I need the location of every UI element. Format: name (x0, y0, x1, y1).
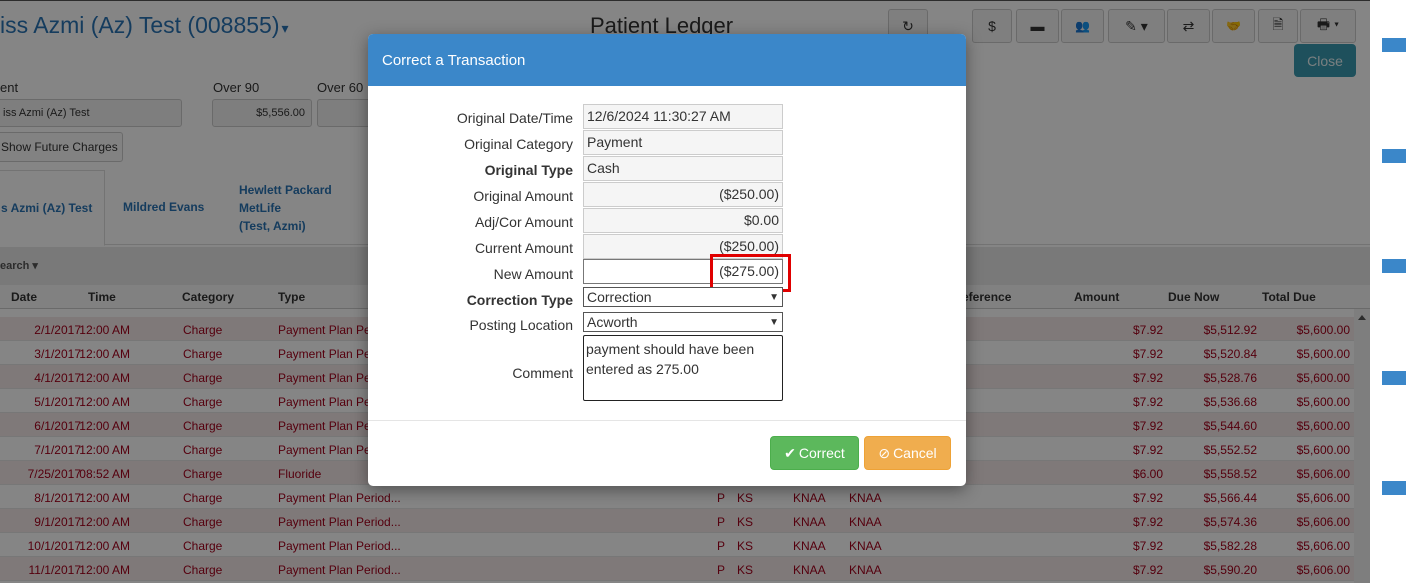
strip-marker (1382, 38, 1406, 52)
comment-textarea[interactable]: payment should have been entered as 275.… (583, 335, 783, 401)
patient-ledger-app: iss Azmi (Az) Test (008855) ▾ Patient Led… (0, 0, 1370, 583)
adj-cor-amount-label: Adj/Cor Amount (474, 214, 573, 230)
comment-label: Comment (512, 365, 573, 381)
cancel-button[interactable]: ⊘ Cancel (864, 436, 951, 470)
original-category-field: Payment (583, 130, 783, 155)
original-type-field: Cash (583, 156, 783, 181)
original-datetime-field: 12/6/2024 11:30:27 AM (583, 104, 783, 129)
posting-location-label: Posting Location (469, 317, 573, 333)
strip-marker (1382, 259, 1406, 273)
ban-icon: ⊘ (878, 444, 891, 461)
chevron-down-icon: ▼ (769, 316, 779, 328)
original-category-label: Original Category (464, 136, 573, 152)
correct-transaction-dialog: Correct a Transaction Original Date/Time… (368, 34, 966, 486)
dialog-title: Correct a Transaction (368, 34, 966, 86)
adj-cor-amount-field: $0.00 (583, 208, 783, 233)
chevron-down-icon: ▼ (769, 291, 779, 303)
original-amount-label: Original Amount (473, 188, 573, 204)
correction-type-label: Correction Type (466, 292, 573, 308)
original-amount-field: ($250.00) (583, 182, 783, 207)
strip-marker (1382, 371, 1406, 385)
current-amount-label: Current Amount (474, 240, 573, 256)
new-amount-label: New Amount (493, 266, 573, 282)
original-datetime-label: Original Date/Time (456, 110, 573, 126)
original-type-label: Original Type (484, 162, 573, 178)
check-icon: ✔ (784, 444, 796, 461)
right-edge-strip (1370, 0, 1406, 583)
dialog-footer-divider (368, 420, 966, 421)
correction-type-select[interactable]: Correction ▼ (583, 287, 783, 307)
strip-marker (1382, 481, 1406, 495)
posting-location-select[interactable]: Acworth ▼ (583, 312, 783, 332)
correct-button[interactable]: ✔ Correct (770, 436, 859, 470)
strip-marker (1382, 149, 1406, 163)
